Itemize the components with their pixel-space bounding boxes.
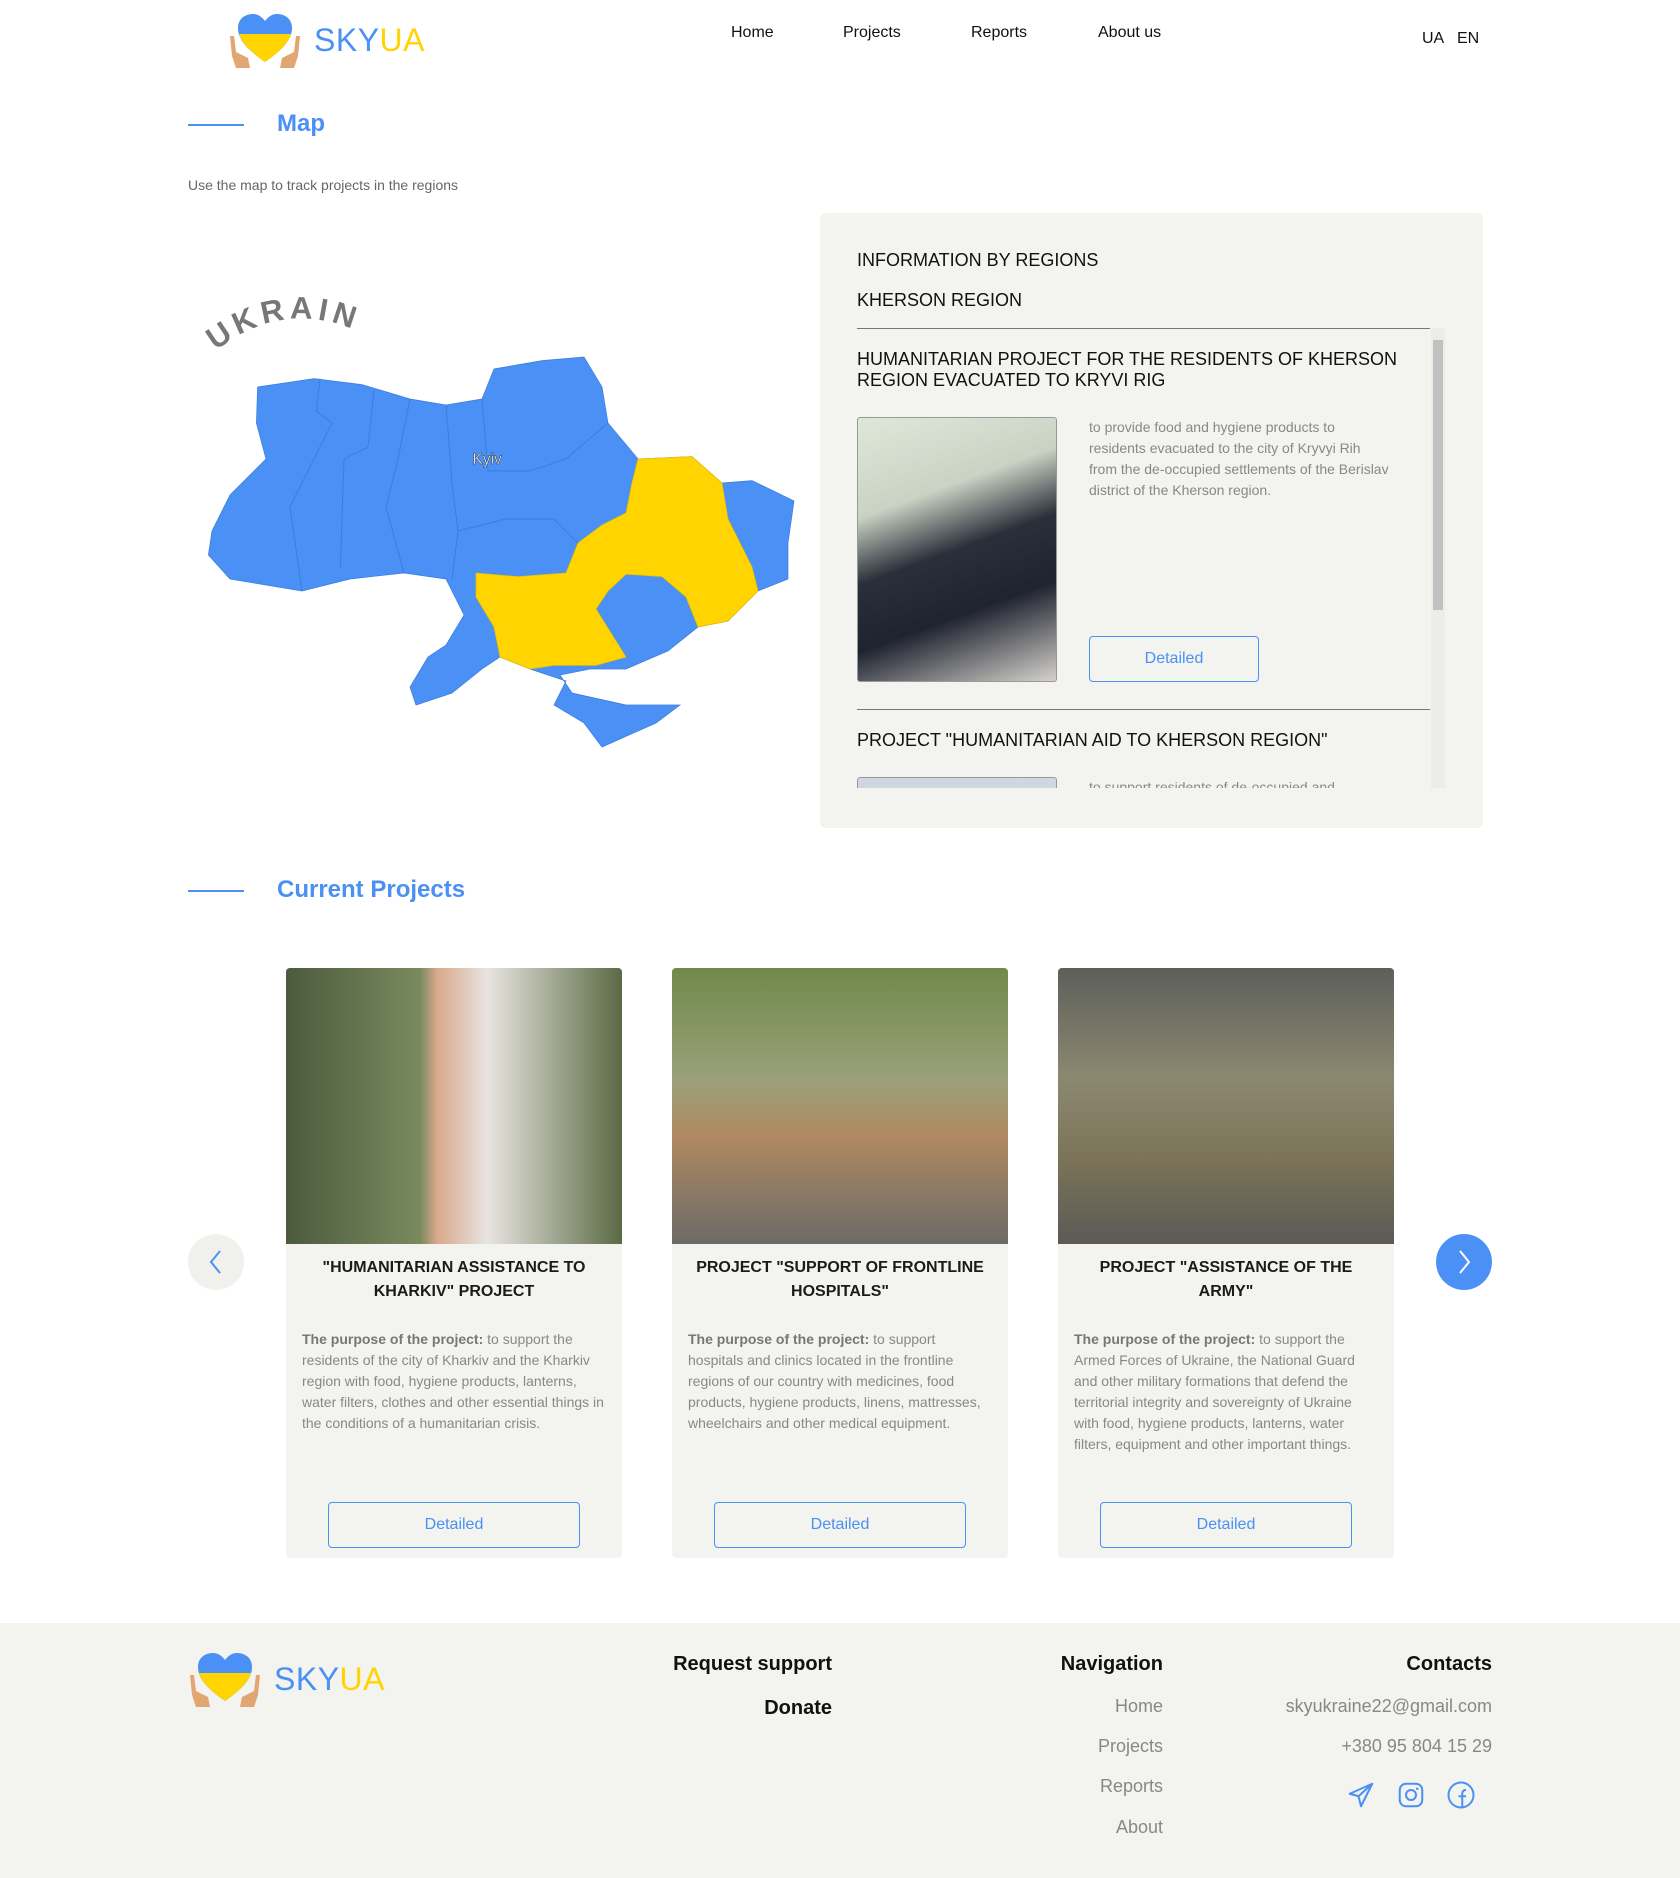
divider — [857, 328, 1430, 329]
section-line — [188, 124, 244, 126]
brand-ua: UA — [339, 1660, 385, 1697]
contact-email[interactable]: skyukraine22@gmail.com — [1286, 1696, 1492, 1717]
purpose-label: The purpose of the project: — [688, 1331, 870, 1347]
chevron-right-icon — [1459, 1250, 1471, 1274]
heart-hands-icon — [190, 1653, 260, 1707]
project-list[interactable]: HUMANITARIAN PROJECT FOR THE RESIDENTS O… — [857, 328, 1457, 788]
map-subtitle: Use the map to track projects in the reg… — [188, 177, 459, 193]
project-description: to provide food and hygiene products to … — [1089, 419, 1389, 498]
detailed-button[interactable]: Detailed — [1100, 1502, 1352, 1548]
info-panel: INFORMATION BY REGIONS KHERSON REGION HU… — [820, 213, 1483, 828]
scrollbar-thumb[interactable] — [1433, 340, 1443, 610]
project-card: PROJECT "SUPPORT OF FRONTLINE HOSPITALS"… — [672, 968, 1008, 1558]
card-description: The purpose of the project: to support h… — [688, 1329, 992, 1489]
telegram-icon[interactable] — [1346, 1780, 1376, 1810]
section-line — [188, 890, 244, 892]
project-description: to support residents of de-occupied and — [1089, 779, 1335, 788]
footer-nav-reports[interactable]: Reports — [1100, 1776, 1163, 1797]
logo[interactable]: SKYUA — [228, 12, 425, 68]
divider — [857, 709, 1430, 710]
nav-home[interactable]: Home — [731, 24, 774, 42]
purpose-label: The purpose of the project: — [302, 1331, 484, 1347]
scrollbar[interactable] — [1431, 328, 1445, 788]
detailed-button[interactable]: Detailed — [714, 1502, 966, 1548]
project-photo — [672, 968, 1008, 1244]
project-photo — [857, 777, 1057, 788]
current-projects-title: Current Projects — [277, 876, 466, 903]
card-description: The purpose of the project: to support t… — [302, 1329, 606, 1489]
ukraine-map[interactable]: UKRAINE Kyiv — [200, 290, 800, 760]
chevron-left-icon — [209, 1250, 221, 1274]
project-title: HUMANITARIAN PROJECT FOR THE RESIDENTS O… — [857, 349, 1398, 390]
donate-link[interactable]: Donate — [764, 1697, 832, 1720]
card-title: "HUMANITARIAN ASSISTANCE TO KHARKIV" PRO… — [322, 1259, 586, 1300]
nav-about[interactable]: About us — [1098, 24, 1161, 42]
contacts-title: Contacts — [1406, 1653, 1492, 1675]
nav-reports[interactable]: Reports — [971, 24, 1027, 42]
footer-nav-about[interactable]: About — [1116, 1817, 1163, 1838]
nav-projects[interactable]: Projects — [843, 24, 901, 42]
region-name: KHERSON REGION — [857, 290, 1023, 310]
card-title: PROJECT "SUPPORT OF FRONTLINE HOSPITALS" — [696, 1259, 984, 1300]
footer-nav-home[interactable]: Home — [1115, 1696, 1163, 1717]
brand-ua: UA — [379, 21, 425, 58]
project-card: "HUMANITARIAN ASSISTANCE TO KHARKIV" PRO… — [286, 968, 622, 1558]
project-photo — [857, 417, 1057, 682]
lang-ua[interactable]: UA — [1422, 30, 1444, 48]
footer: SKYUA Request support Donate Navigation … — [0, 1623, 1680, 1878]
detailed-button[interactable]: Detailed — [1089, 636, 1259, 682]
purpose-text: to support the Armed Forces of Ukraine, … — [1074, 1331, 1355, 1452]
instagram-icon[interactable] — [1396, 1780, 1426, 1810]
request-support-link[interactable]: Request support — [673, 1653, 832, 1676]
footer-logo[interactable]: SKYUA — [188, 1651, 385, 1707]
facebook-icon[interactable] — [1446, 1780, 1476, 1810]
heart-hands-icon — [230, 14, 300, 68]
card-description: The purpose of the project: to support t… — [1074, 1329, 1378, 1489]
lang-en[interactable]: EN — [1457, 30, 1479, 48]
brand-sky: SKY — [314, 21, 380, 58]
detailed-button[interactable]: Detailed — [328, 1502, 580, 1548]
card-title: PROJECT "ASSISTANCE OF THE ARMY" — [1099, 1259, 1353, 1300]
project-title: PROJECT "HUMANITARIAN AID TO KHERSON REG… — [857, 730, 1328, 750]
carousel-next-button[interactable] — [1436, 1234, 1492, 1290]
contact-phone[interactable]: +380 95 804 15 29 — [1341, 1736, 1492, 1757]
purpose-label: The purpose of the project: — [1074, 1331, 1256, 1347]
footer-nav-projects[interactable]: Projects — [1098, 1736, 1163, 1757]
info-heading: INFORMATION BY REGIONS — [857, 250, 1099, 270]
kyiv-label: Kyiv — [472, 451, 502, 468]
carousel-prev-button[interactable] — [188, 1234, 244, 1290]
project-card: PROJECT "ASSISTANCE OF THE ARMY" The pur… — [1058, 968, 1394, 1558]
navigation-title: Navigation — [1060, 1653, 1163, 1675]
project-photo — [1058, 968, 1394, 1244]
brand-sky: SKY — [274, 1660, 340, 1697]
project-photo — [286, 968, 622, 1244]
map-title: Map — [277, 110, 325, 137]
map-label: UKRAINE — [200, 290, 365, 356]
